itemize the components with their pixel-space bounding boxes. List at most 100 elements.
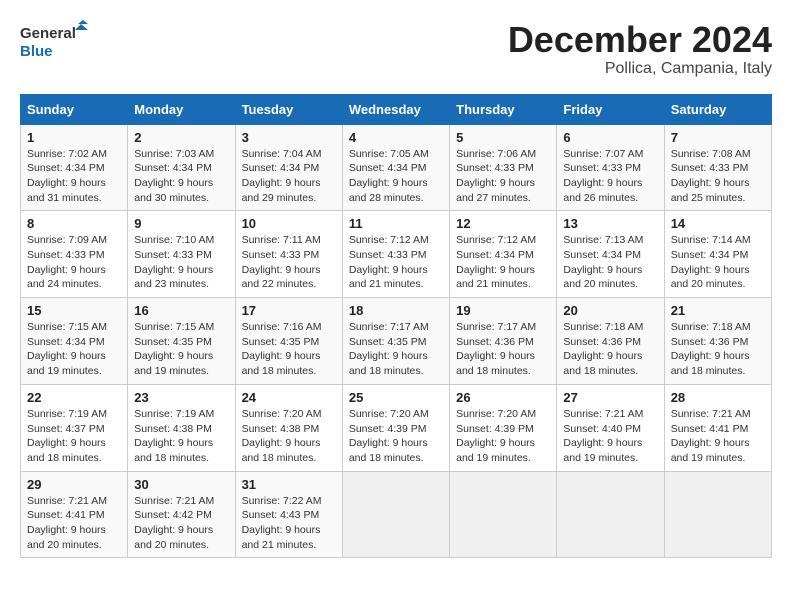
day-info: Sunrise: 7:13 AM Sunset: 4:34 PM Dayligh… (563, 233, 657, 292)
day-info: Sunrise: 7:21 AM Sunset: 4:41 PM Dayligh… (671, 407, 765, 466)
day-info: Sunrise: 7:16 AM Sunset: 4:35 PM Dayligh… (242, 320, 336, 379)
table-row: 13 Sunrise: 7:13 AM Sunset: 4:34 PM Dayl… (557, 211, 664, 298)
table-row: 19 Sunrise: 7:17 AM Sunset: 4:36 PM Dayl… (450, 298, 557, 385)
header-row: Sunday Monday Tuesday Wednesday Thursday… (21, 94, 772, 124)
table-row: 22 Sunrise: 7:19 AM Sunset: 4:37 PM Dayl… (21, 384, 128, 471)
table-row: 11 Sunrise: 7:12 AM Sunset: 4:33 PM Dayl… (342, 211, 449, 298)
calendar-week-row: 22 Sunrise: 7:19 AM Sunset: 4:37 PM Dayl… (21, 384, 772, 471)
day-number: 4 (349, 130, 443, 145)
svg-text:General: General (20, 25, 76, 42)
day-number: 21 (671, 303, 765, 318)
table-row: 25 Sunrise: 7:20 AM Sunset: 4:39 PM Dayl… (342, 384, 449, 471)
col-monday: Monday (128, 94, 235, 124)
day-info: Sunrise: 7:12 AM Sunset: 4:33 PM Dayligh… (349, 233, 443, 292)
table-row (342, 471, 449, 558)
table-row: 23 Sunrise: 7:19 AM Sunset: 4:38 PM Dayl… (128, 384, 235, 471)
day-info: Sunrise: 7:04 AM Sunset: 4:34 PM Dayligh… (242, 147, 336, 206)
day-number: 5 (456, 130, 550, 145)
day-number: 10 (242, 216, 336, 231)
day-number: 19 (456, 303, 550, 318)
day-number: 15 (27, 303, 121, 318)
table-row: 17 Sunrise: 7:16 AM Sunset: 4:35 PM Dayl… (235, 298, 342, 385)
day-number: 31 (242, 477, 336, 492)
day-number: 30 (134, 477, 228, 492)
table-row: 31 Sunrise: 7:22 AM Sunset: 4:43 PM Dayl… (235, 471, 342, 558)
day-number: 24 (242, 390, 336, 405)
page-header: General Blue December 2024 Pollica, Camp… (20, 20, 772, 78)
table-row (450, 471, 557, 558)
day-info: Sunrise: 7:21 AM Sunset: 4:42 PM Dayligh… (134, 494, 228, 553)
month-title: December 2024 (508, 20, 772, 60)
col-tuesday: Tuesday (235, 94, 342, 124)
table-row: 26 Sunrise: 7:20 AM Sunset: 4:39 PM Dayl… (450, 384, 557, 471)
col-friday: Friday (557, 94, 664, 124)
table-row: 12 Sunrise: 7:12 AM Sunset: 4:34 PM Dayl… (450, 211, 557, 298)
day-number: 2 (134, 130, 228, 145)
day-info: Sunrise: 7:19 AM Sunset: 4:38 PM Dayligh… (134, 407, 228, 466)
table-row: 14 Sunrise: 7:14 AM Sunset: 4:34 PM Dayl… (664, 211, 771, 298)
day-number: 17 (242, 303, 336, 318)
table-row (557, 471, 664, 558)
day-info: Sunrise: 7:10 AM Sunset: 4:33 PM Dayligh… (134, 233, 228, 292)
table-row: 8 Sunrise: 7:09 AM Sunset: 4:33 PM Dayli… (21, 211, 128, 298)
logo-svg: General Blue (20, 20, 90, 62)
table-row: 1 Sunrise: 7:02 AM Sunset: 4:34 PM Dayli… (21, 124, 128, 211)
calendar-week-row: 8 Sunrise: 7:09 AM Sunset: 4:33 PM Dayli… (21, 211, 772, 298)
day-number: 13 (563, 216, 657, 231)
day-info: Sunrise: 7:21 AM Sunset: 4:40 PM Dayligh… (563, 407, 657, 466)
location-subtitle: Pollica, Campania, Italy (508, 60, 772, 78)
table-row: 7 Sunrise: 7:08 AM Sunset: 4:33 PM Dayli… (664, 124, 771, 211)
logo: General Blue (20, 20, 90, 62)
col-thursday: Thursday (450, 94, 557, 124)
day-info: Sunrise: 7:06 AM Sunset: 4:33 PM Dayligh… (456, 147, 550, 206)
day-info: Sunrise: 7:09 AM Sunset: 4:33 PM Dayligh… (27, 233, 121, 292)
day-number: 16 (134, 303, 228, 318)
day-number: 14 (671, 216, 765, 231)
day-number: 6 (563, 130, 657, 145)
day-number: 20 (563, 303, 657, 318)
day-info: Sunrise: 7:18 AM Sunset: 4:36 PM Dayligh… (671, 320, 765, 379)
day-info: Sunrise: 7:03 AM Sunset: 4:34 PM Dayligh… (134, 147, 228, 206)
table-row: 18 Sunrise: 7:17 AM Sunset: 4:35 PM Dayl… (342, 298, 449, 385)
svg-text:Blue: Blue (20, 43, 53, 60)
table-row: 6 Sunrise: 7:07 AM Sunset: 4:33 PM Dayli… (557, 124, 664, 211)
day-info: Sunrise: 7:20 AM Sunset: 4:39 PM Dayligh… (456, 407, 550, 466)
table-row: 29 Sunrise: 7:21 AM Sunset: 4:41 PM Dayl… (21, 471, 128, 558)
table-row (664, 471, 771, 558)
day-number: 8 (27, 216, 121, 231)
table-row: 28 Sunrise: 7:21 AM Sunset: 4:41 PM Dayl… (664, 384, 771, 471)
day-number: 23 (134, 390, 228, 405)
day-info: Sunrise: 7:12 AM Sunset: 4:34 PM Dayligh… (456, 233, 550, 292)
table-row: 5 Sunrise: 7:06 AM Sunset: 4:33 PM Dayli… (450, 124, 557, 211)
table-row: 21 Sunrise: 7:18 AM Sunset: 4:36 PM Dayl… (664, 298, 771, 385)
col-saturday: Saturday (664, 94, 771, 124)
day-number: 27 (563, 390, 657, 405)
day-info: Sunrise: 7:08 AM Sunset: 4:33 PM Dayligh… (671, 147, 765, 206)
table-row: 16 Sunrise: 7:15 AM Sunset: 4:35 PM Dayl… (128, 298, 235, 385)
day-info: Sunrise: 7:17 AM Sunset: 4:35 PM Dayligh… (349, 320, 443, 379)
day-info: Sunrise: 7:15 AM Sunset: 4:34 PM Dayligh… (27, 320, 121, 379)
day-number: 25 (349, 390, 443, 405)
day-info: Sunrise: 7:20 AM Sunset: 4:38 PM Dayligh… (242, 407, 336, 466)
day-info: Sunrise: 7:15 AM Sunset: 4:35 PM Dayligh… (134, 320, 228, 379)
day-number: 18 (349, 303, 443, 318)
day-info: Sunrise: 7:11 AM Sunset: 4:33 PM Dayligh… (242, 233, 336, 292)
day-info: Sunrise: 7:05 AM Sunset: 4:34 PM Dayligh… (349, 147, 443, 206)
day-info: Sunrise: 7:22 AM Sunset: 4:43 PM Dayligh… (242, 494, 336, 553)
day-number: 7 (671, 130, 765, 145)
calendar-week-row: 1 Sunrise: 7:02 AM Sunset: 4:34 PM Dayli… (21, 124, 772, 211)
day-number: 22 (27, 390, 121, 405)
table-row: 10 Sunrise: 7:11 AM Sunset: 4:33 PM Dayl… (235, 211, 342, 298)
day-info: Sunrise: 7:21 AM Sunset: 4:41 PM Dayligh… (27, 494, 121, 553)
col-wednesday: Wednesday (342, 94, 449, 124)
day-number: 26 (456, 390, 550, 405)
table-row: 27 Sunrise: 7:21 AM Sunset: 4:40 PM Dayl… (557, 384, 664, 471)
day-info: Sunrise: 7:19 AM Sunset: 4:37 PM Dayligh… (27, 407, 121, 466)
table-row: 2 Sunrise: 7:03 AM Sunset: 4:34 PM Dayli… (128, 124, 235, 211)
day-number: 28 (671, 390, 765, 405)
day-info: Sunrise: 7:14 AM Sunset: 4:34 PM Dayligh… (671, 233, 765, 292)
calendar-week-row: 15 Sunrise: 7:15 AM Sunset: 4:34 PM Dayl… (21, 298, 772, 385)
calendar-week-row: 29 Sunrise: 7:21 AM Sunset: 4:41 PM Dayl… (21, 471, 772, 558)
day-info: Sunrise: 7:20 AM Sunset: 4:39 PM Dayligh… (349, 407, 443, 466)
day-info: Sunrise: 7:02 AM Sunset: 4:34 PM Dayligh… (27, 147, 121, 206)
